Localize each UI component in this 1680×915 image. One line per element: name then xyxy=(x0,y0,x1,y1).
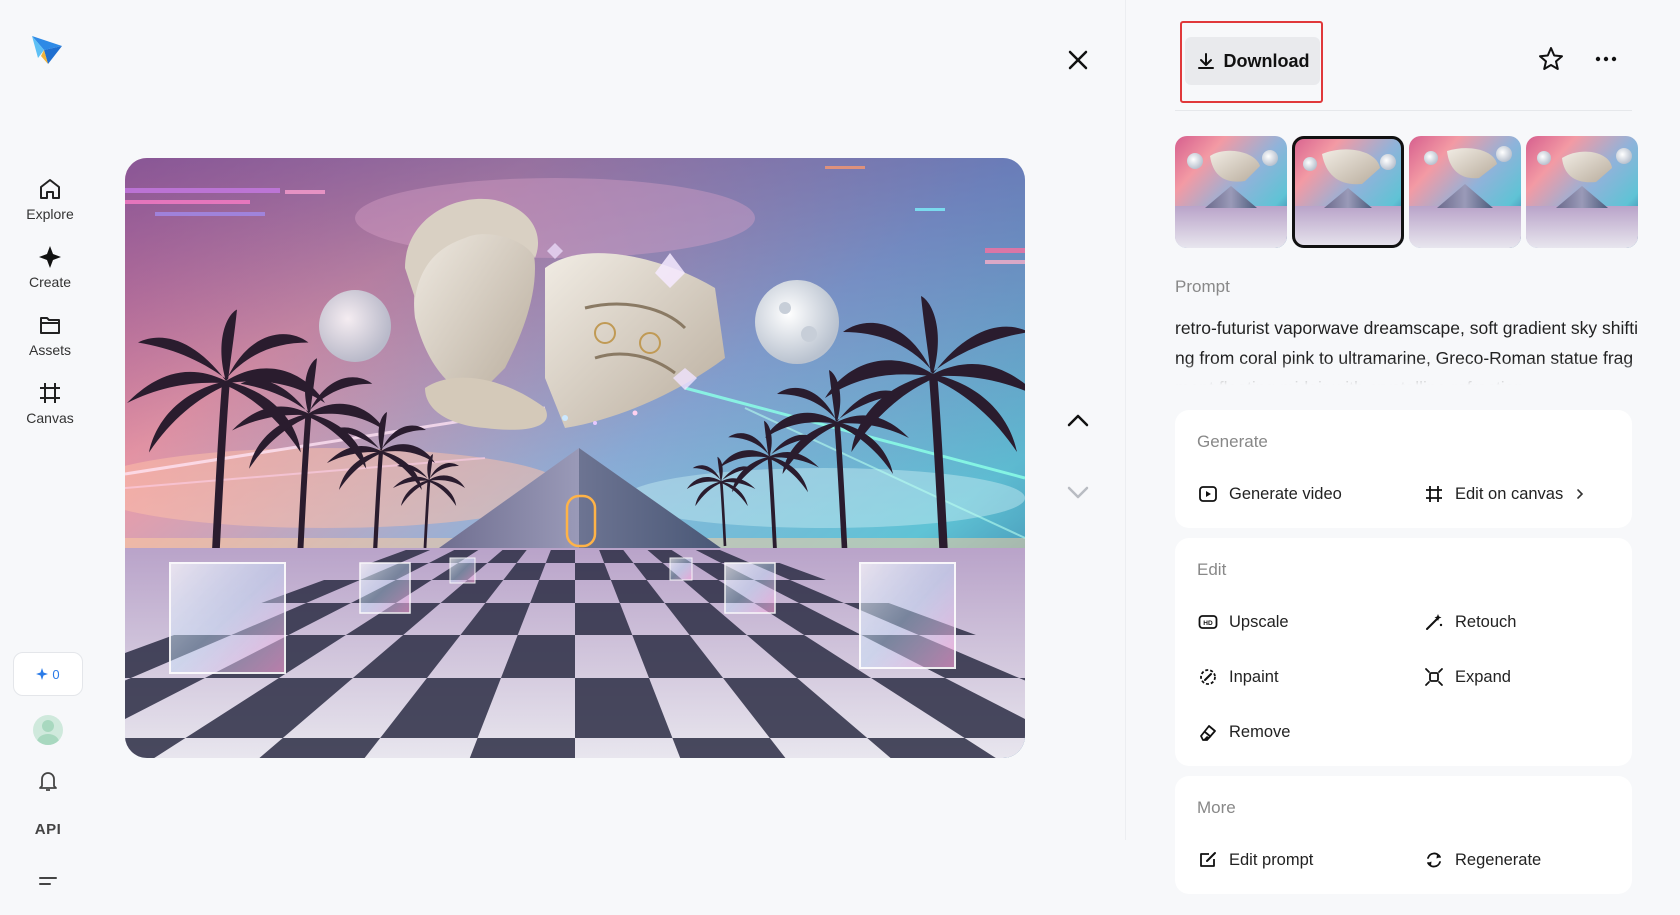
menu-icon[interactable] xyxy=(35,870,61,896)
chevron-right-icon xyxy=(1577,489,1584,499)
thumbnail-variation-3[interactable] xyxy=(1409,136,1521,248)
regenerate-icon xyxy=(1427,852,1441,868)
thumbnail-variation-2[interactable] xyxy=(1292,136,1404,248)
regenerate-label: Regenerate xyxy=(1455,850,1542,869)
play-video-icon xyxy=(1199,486,1217,502)
more-card: More Edit prompt Regenerate xyxy=(1175,776,1632,894)
expand-label: Expand xyxy=(1455,667,1511,686)
credits-button[interactable]: 0 xyxy=(13,652,83,696)
main-image xyxy=(125,158,1025,758)
checker-tile xyxy=(545,550,575,563)
sidebar-item-label: Create xyxy=(28,274,72,290)
thumbnail-variation-1[interactable] xyxy=(1175,136,1287,248)
close-icon[interactable] xyxy=(1062,44,1094,76)
sparkle-icon xyxy=(36,668,49,680)
prompt-label: Prompt xyxy=(1175,277,1230,296)
more-card-title: More xyxy=(1197,798,1236,817)
generate-video-label: Generate video xyxy=(1229,484,1342,503)
api-link[interactable]: API xyxy=(26,821,70,838)
expand-button[interactable]: Expand xyxy=(1423,666,1511,688)
sidebar-item-label: Assets xyxy=(28,342,71,358)
generate-video-button[interactable]: Generate video xyxy=(1197,483,1342,505)
hd-icon: HD xyxy=(1198,615,1218,629)
next-image-icon[interactable] xyxy=(1062,476,1094,508)
upscale-label: Upscale xyxy=(1229,612,1289,631)
generate-card-title: Generate xyxy=(1197,432,1268,451)
sidebar-item-create[interactable]: Create xyxy=(0,244,100,290)
home-icon xyxy=(40,179,60,199)
star-icon[interactable] xyxy=(1537,45,1565,73)
regenerate-button[interactable]: Regenerate xyxy=(1423,849,1541,871)
inpaint-button[interactable]: Inpaint xyxy=(1197,666,1279,688)
bell-icon[interactable] xyxy=(35,768,61,794)
edit-prompt-icon xyxy=(1200,852,1216,867)
remove-label: Remove xyxy=(1229,722,1291,741)
edit-prompt-label: Edit prompt xyxy=(1229,850,1314,869)
download-label: Download xyxy=(1223,50,1310,71)
edit-on-canvas-button[interactable]: Edit on canvas xyxy=(1423,483,1587,505)
canvas-crop-icon xyxy=(40,383,60,403)
edit-card: Edit HD Upscale Retouch Inpaint Expand R… xyxy=(1175,538,1632,766)
header-divider xyxy=(1175,110,1632,111)
edit-prompt-button[interactable]: Edit prompt xyxy=(1197,849,1313,871)
sparkle-diamond-icon xyxy=(39,246,61,268)
retouch-button[interactable]: Retouch xyxy=(1423,611,1516,633)
sidebar-item-label: Explore xyxy=(26,206,74,222)
eraser-icon xyxy=(1200,725,1216,741)
previous-image-icon[interactable] xyxy=(1062,405,1094,437)
download-button[interactable]: Download xyxy=(1185,37,1320,85)
expand-icon xyxy=(1425,668,1443,686)
credits-count: 0 xyxy=(52,666,60,682)
sidebar-item-canvas[interactable]: Canvas xyxy=(0,380,100,426)
paper-plane-logo[interactable] xyxy=(30,32,64,66)
remove-button[interactable]: Remove xyxy=(1197,721,1290,743)
download-icon xyxy=(1197,53,1214,69)
sidebar-item-assets[interactable]: Assets xyxy=(0,312,100,358)
canvas-crop-icon xyxy=(1426,486,1442,502)
sidebar-item-label: Canvas xyxy=(26,410,74,426)
folder-icon xyxy=(40,317,60,334)
avatar[interactable] xyxy=(33,715,63,745)
inpaint-label: Inpaint xyxy=(1229,667,1279,686)
generate-card: Generate Generate video Edit on canvas xyxy=(1175,410,1632,528)
brush-sparkle-icon xyxy=(1200,669,1216,685)
thumbnail-variation-4[interactable] xyxy=(1526,136,1638,248)
retouch-label: Retouch xyxy=(1455,612,1517,631)
prompt-text: retro-futurist vaporwave dreamscape, sof… xyxy=(1175,318,1638,385)
upscale-button[interactable]: HD Upscale xyxy=(1197,611,1289,633)
edit-on-canvas-label: Edit on canvas xyxy=(1455,484,1564,503)
panel-divider xyxy=(1125,0,1126,840)
more-options-icon[interactable] xyxy=(1591,45,1621,73)
edit-card-title: Edit xyxy=(1197,560,1227,579)
sidebar: Explore Create Assets Canvas 0 API xyxy=(0,0,100,915)
sidebar-item-explore[interactable]: Explore xyxy=(0,176,100,222)
magic-wand-icon xyxy=(1426,614,1443,630)
svg-text:HD: HD xyxy=(1203,620,1213,627)
variation-thumbnails xyxy=(1175,136,1640,249)
